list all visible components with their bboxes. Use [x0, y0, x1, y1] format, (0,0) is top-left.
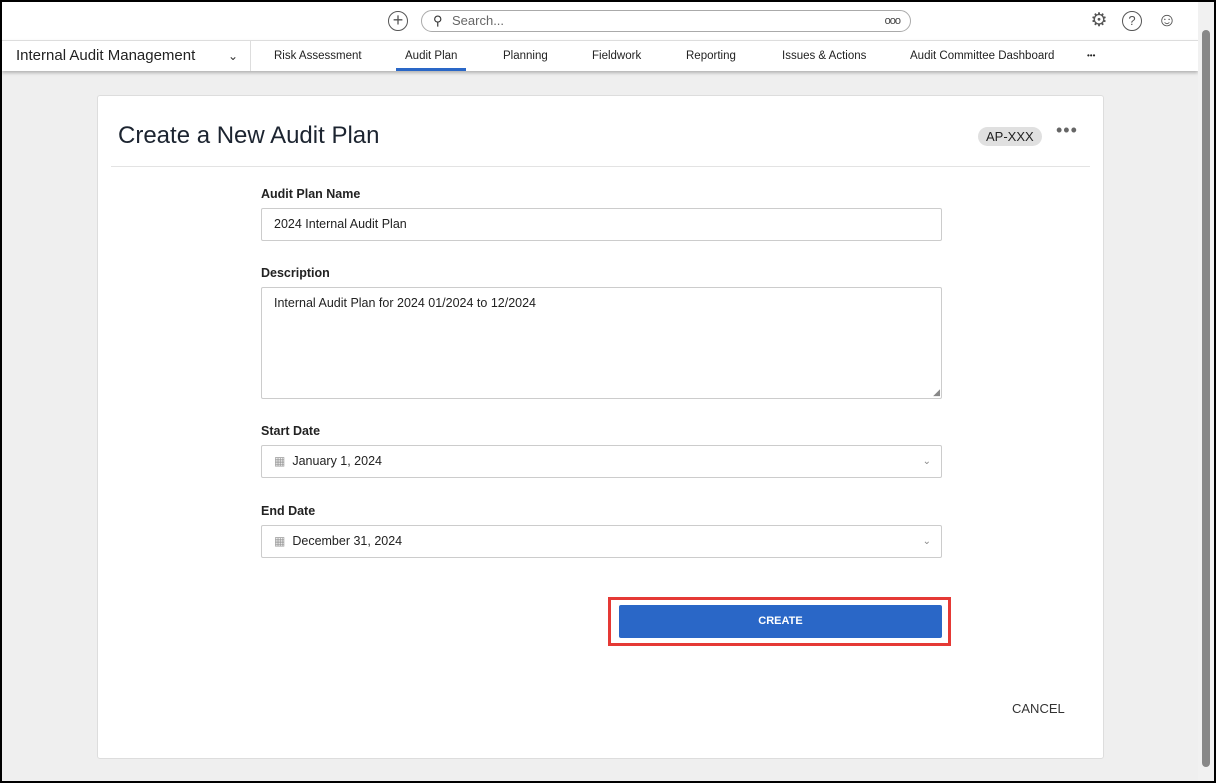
user-icon[interactable]: ☺ [1156, 10, 1178, 32]
nav-bar: Internal Audit Management ⌄ Risk Assessm… [2, 40, 1198, 71]
chevron-down-icon[interactable]: ⌄ [228, 41, 238, 71]
tab-risk-assessment[interactable]: Risk Assessment [274, 41, 362, 71]
audit-plan-name-input[interactable]: 2024 Internal Audit Plan [261, 208, 942, 241]
more-options-icon[interactable]: ••• [1056, 120, 1078, 141]
more-tabs-icon[interactable]: ••• [1087, 41, 1095, 71]
divider [111, 166, 1090, 167]
tab-planning[interactable]: Planning [503, 41, 548, 71]
add-icon[interactable]: + [388, 11, 408, 31]
scrollbar-thumb[interactable] [1202, 30, 1210, 767]
end-date-picker[interactable]: ▦ December 31, 2024 ⌄ [261, 525, 942, 558]
gear-icon[interactable]: ⚙ [1088, 10, 1110, 32]
calendar-icon: ▦ [274, 454, 286, 468]
tab-audit-committee-dashboard[interactable]: Audit Committee Dashboard [910, 41, 1054, 71]
search-input[interactable]: ⚲ Search... ooo [421, 10, 911, 32]
create-audit-plan-card: Create a New Audit Plan AP-XXX ••• Audit… [97, 95, 1104, 759]
tab-fieldwork[interactable]: Fieldwork [592, 41, 641, 71]
end-date-label: End Date [261, 504, 316, 518]
cancel-button[interactable]: CANCEL [1012, 701, 1065, 716]
top-bar: + ⚲ Search... ooo ⚙ ? ☺ [2, 2, 1198, 40]
resize-handle-icon[interactable]: ◢ [933, 387, 940, 398]
scrollbar[interactable] [1198, 2, 1214, 781]
calendar-icon: ▦ [274, 534, 286, 548]
create-button[interactable]: CREATE [619, 605, 942, 638]
description-value: Internal Audit Plan for 2024 01/2024 to … [274, 296, 537, 310]
search-icon: ⚲ [433, 13, 443, 28]
app-switcher[interactable]: Internal Audit Management [16, 41, 195, 71]
audit-plan-name-label: Audit Plan Name [261, 187, 361, 201]
search-placeholder: Search... [452, 13, 505, 28]
tab-audit-plan[interactable]: Audit Plan [395, 41, 467, 71]
id-badge: AP-XXX [978, 127, 1042, 146]
start-date-value: January 1, 2024 [292, 454, 382, 468]
search-options-icon[interactable]: ooo [885, 11, 901, 31]
start-date-picker[interactable]: ▦ January 1, 2024 ⌄ [261, 445, 942, 478]
app-window: + ⚲ Search... ooo ⚙ ? ☺ Internal Audit M… [2, 2, 1214, 781]
tab-reporting[interactable]: Reporting [686, 41, 736, 71]
chevron-down-icon: ⌄ [922, 536, 931, 547]
page-title: Create a New Audit Plan [118, 122, 380, 149]
description-textarea[interactable]: Internal Audit Plan for 2024 01/2024 to … [261, 287, 942, 399]
help-icon[interactable]: ? [1122, 11, 1142, 31]
divider [250, 41, 251, 71]
chevron-down-icon: ⌄ [922, 456, 931, 467]
description-label: Description [261, 266, 330, 280]
highlight-box: CREATE [608, 597, 951, 646]
end-date-value: December 31, 2024 [292, 534, 403, 548]
start-date-label: Start Date [261, 424, 321, 438]
tab-issues-actions[interactable]: Issues & Actions [782, 41, 866, 71]
